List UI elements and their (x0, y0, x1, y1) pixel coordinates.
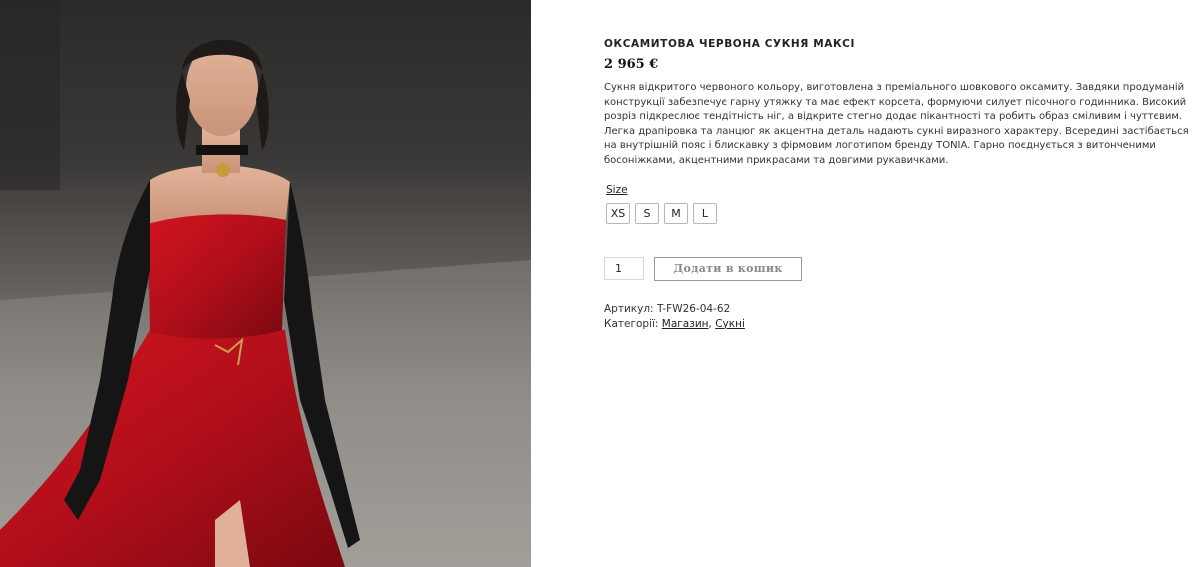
quantity-input[interactable] (604, 257, 644, 281)
add-to-cart-row: Додати в кошик (604, 256, 1194, 281)
size-option-m[interactable]: M (664, 202, 688, 224)
category-separator: , (708, 317, 712, 330)
size-option-xs[interactable]: XS (606, 202, 630, 224)
sku-label: Артикул: (604, 302, 654, 315)
product-page: ОКСАМИТОВА ЧЕРВОНА СУКНЯ МАКСІ 2 965 € С… (0, 0, 1200, 567)
size-label: Size (606, 183, 628, 196)
sku-value: T-FW26-04-62 (656, 302, 731, 315)
add-to-cart-button[interactable]: Додати в кошик (654, 256, 802, 281)
category-link-shop[interactable]: Магазин (662, 318, 709, 330)
product-price: 2 965 € (604, 57, 659, 72)
sku-row: Артикул: T-FW26-04-62 (604, 302, 1194, 317)
product-title: ОКСАМИТОВА ЧЕРВОНА СУКНЯ МАКСІ (604, 38, 855, 50)
product-description: Сукня відкритого червоного кольору, виго… (604, 82, 1189, 166)
model-illustration (0, 0, 531, 567)
product-image[interactable] (0, 0, 531, 567)
categories-label: Категорії: (604, 317, 659, 330)
product-details: ОКСАМИТОВА ЧЕРВОНА СУКНЯ МАКСІ 2 965 € С… (604, 38, 1194, 332)
category-link-dresses[interactable]: Сукні (715, 318, 745, 330)
product-meta: Артикул: T-FW26-04-62 Категорії: Магазин… (604, 302, 1194, 332)
categories-row: Категорії: Магазин, Сукні (604, 317, 1194, 332)
size-option-s[interactable]: S (635, 202, 659, 224)
size-options: XS S M L (606, 202, 1194, 224)
size-option-l[interactable]: L (693, 202, 717, 224)
